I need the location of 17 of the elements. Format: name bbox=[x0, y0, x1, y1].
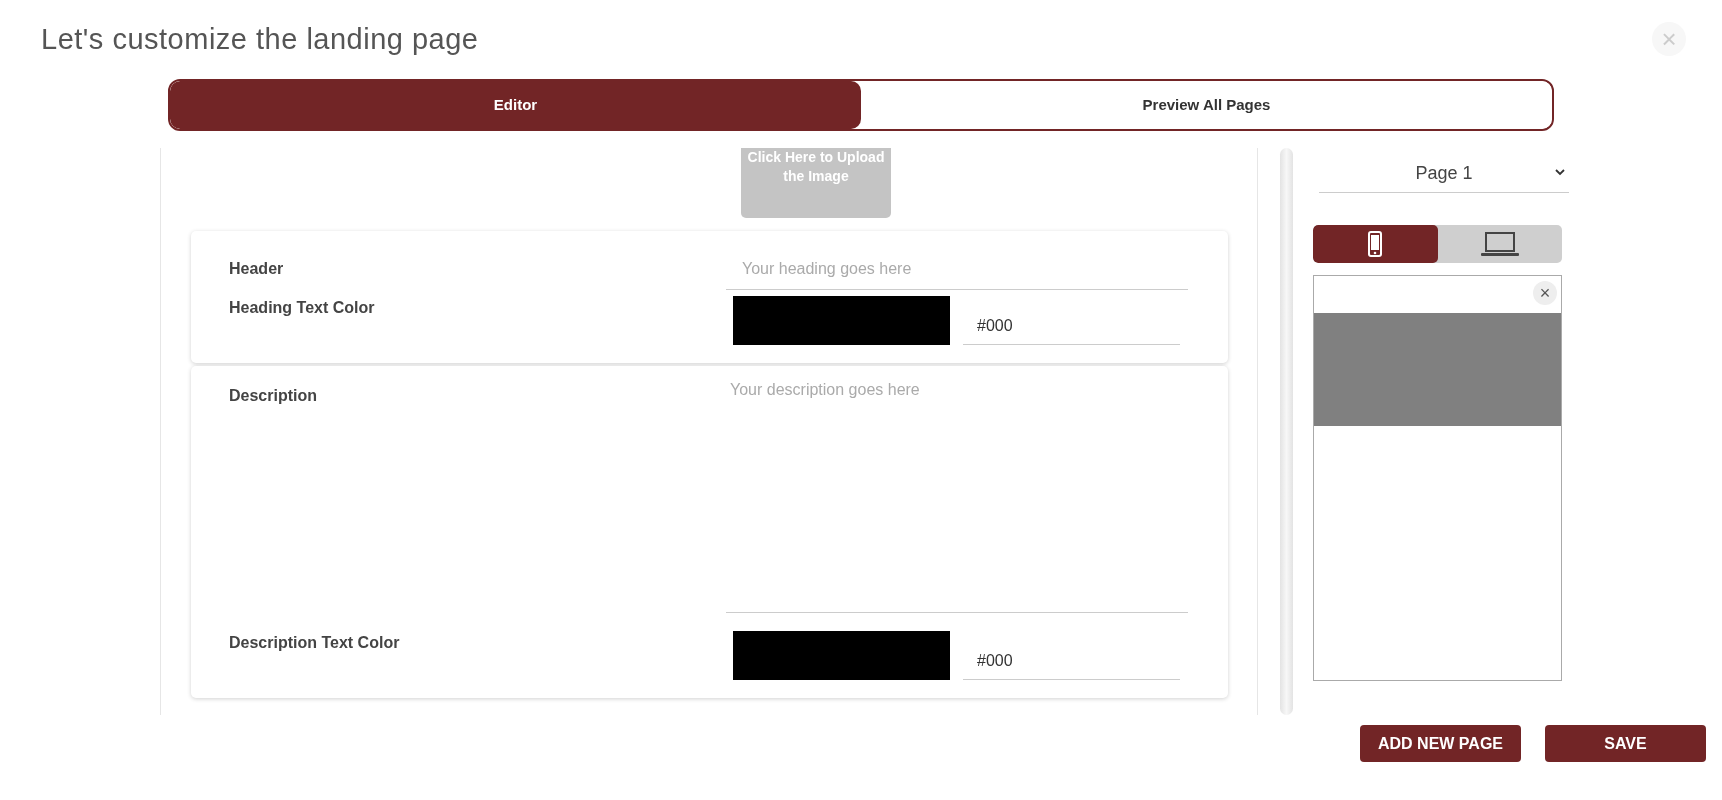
field-label: Description bbox=[229, 386, 318, 406]
action-button[interactable]: SAVE bbox=[1545, 725, 1706, 762]
color-swatch[interactable] bbox=[733, 631, 950, 680]
laptop-icon bbox=[1479, 231, 1520, 257]
field-label: Heading Text Color bbox=[229, 298, 376, 318]
action-button[interactable]: ADD NEW PAGE bbox=[1360, 725, 1521, 762]
field-label: Header bbox=[229, 259, 285, 279]
color-swatch[interactable] bbox=[733, 296, 950, 345]
scrollbar[interactable] bbox=[1280, 148, 1293, 715]
field-label: Description Text Color bbox=[229, 633, 401, 653]
chevron-down-icon bbox=[1555, 169, 1565, 176]
select-value: Page 1 bbox=[1415, 162, 1473, 185]
close-button[interactable]: × bbox=[1533, 281, 1557, 305]
phone-icon bbox=[1368, 231, 1383, 257]
tab[interactable]: Editor bbox=[170, 81, 861, 129]
device-toggle[interactable] bbox=[1313, 225, 1438, 263]
dialog-title: Let's customize the landing page bbox=[41, 22, 479, 57]
